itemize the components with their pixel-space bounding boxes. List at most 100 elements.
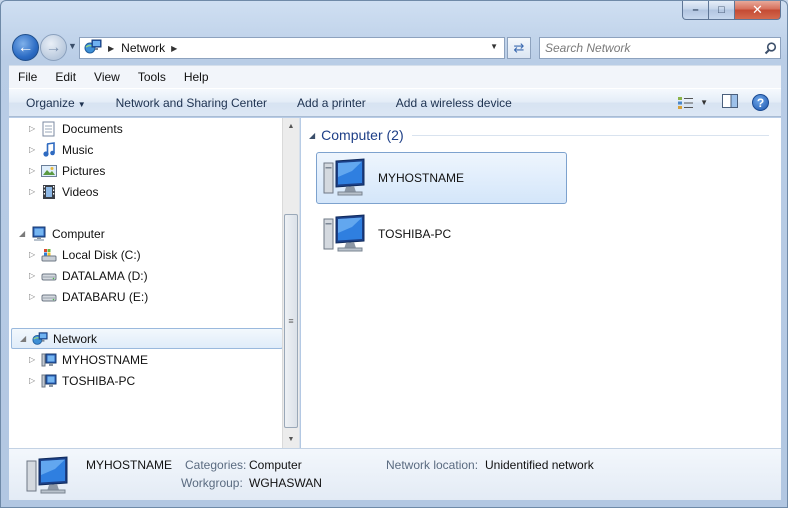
tree-item-network[interactable]: ◢ Network [11,328,283,349]
close-icon: ✕ [752,2,763,17]
tree-item-myhostname[interactable]: ▷ MYHOSTNAME [29,349,148,370]
view-icon [678,96,694,109]
tree-item-videos[interactable]: ▷ Videos [29,181,98,202]
scroll-down-icon[interactable]: ▼ [283,431,299,448]
breadcrumb-network[interactable]: Network [121,41,165,55]
caption-buttons: – □ ✕ [682,1,781,21]
tree-item-computer[interactable]: ◢ Computer [19,223,105,244]
chevron-down-icon: ▼ [68,41,77,51]
tree-item-label: Local Disk (C:) [62,247,141,262]
preview-pane-button[interactable] [722,94,738,111]
computer-icon [25,455,71,498]
tree-item-local-disk[interactable]: ▷ Local Disk (C:) [29,244,141,265]
tree-item-label: Videos [62,184,99,199]
expand-arrow-icon[interactable]: ▷ [29,271,41,280]
content-pane: ◢ Computer (2) MYHOSTNAME TOSHIBA-PC [301,118,781,448]
tree-item-databaru[interactable]: ▷ DATABARU (E:) [29,286,148,307]
tree-item-documents[interactable]: ▷ Documents [29,118,123,139]
expand-arrow-icon[interactable]: ▷ [29,166,41,175]
details-categories-value: Computer [249,458,302,472]
expand-arrow-icon[interactable]: ▷ [29,187,41,196]
recent-pages-button[interactable]: ▼ [68,41,77,51]
tree-item-label: TOSHIBA-PC [62,373,136,388]
navigation-pane: ▷ Documents ▷ Music ▷ Pictures ▷ Videos … [9,118,300,448]
collapse-arrow-icon[interactable]: ◢ [19,229,31,238]
expand-arrow-icon[interactable]: ▷ [29,292,41,301]
forward-arrow-icon: → [45,38,62,56]
tree-item-toshiba-pc[interactable]: ▷ TOSHIBA-PC [29,370,135,391]
computer-icon [322,157,368,200]
menu-help[interactable]: Help [175,70,218,84]
pictures-icon [41,163,57,179]
command-bar: Organize ▼ Network and Sharing Center Add… [9,88,781,117]
network-item-myhostname[interactable]: MYHOSTNAME [316,152,567,204]
tree-item-label: Music [62,142,94,157]
details-item-name: MYHOSTNAME [86,458,173,472]
drive-icon [41,268,57,284]
breadcrumb-separator-icon[interactable]: ▶ [171,44,177,53]
add-wireless-device-button[interactable]: Add a wireless device [381,96,527,110]
nav-scrollbar[interactable]: ▲ ≡ ▼ [282,118,299,448]
documents-icon [41,121,57,137]
chevron-down-icon: ▼ [77,99,86,109]
expand-arrow-icon[interactable]: ▷ [29,145,41,154]
back-arrow-icon: ← [17,38,34,56]
system-drive-icon [41,247,57,263]
expand-arrow-icon[interactable]: ▷ [29,124,41,133]
collapse-arrow-icon[interactable]: ◢ [20,334,32,343]
search-input[interactable] [545,41,760,55]
expand-arrow-icon[interactable]: ▷ [29,376,41,385]
maximize-button[interactable]: □ [709,1,735,20]
videos-icon [41,184,57,200]
menu-tools[interactable]: Tools [129,70,175,84]
computer-icon [41,373,57,389]
address-bar[interactable]: ▶ Network ▶ ▼ [79,37,505,59]
network-item-name: MYHOSTNAME [378,171,465,185]
address-dropdown-icon[interactable]: ▼ [490,42,498,51]
chevron-down-icon: ▼ [700,98,708,107]
search-box [539,37,781,59]
computer-icon [322,213,368,256]
menu-edit[interactable]: Edit [46,70,85,84]
tree-item-music[interactable]: ▷ Music [29,139,93,160]
organize-button[interactable]: Organize ▼ [9,96,101,110]
forward-button[interactable]: → [40,34,67,61]
help-button[interactable]: ? [752,94,769,111]
menu-file[interactable]: File [9,70,46,84]
navigation-row: ← → ▼ ▶ Network ▶ ▼ ⇄ [9,33,781,63]
details-workgroup-value: WGHASWAN [249,476,322,490]
collapse-arrow-icon[interactable]: ◢ [309,131,315,140]
back-button[interactable]: ← [12,34,39,61]
details-location-label: Network location: [386,458,479,472]
group-title: Computer (2) [321,127,404,143]
computer-icon [41,352,57,368]
details-workgroup-label: Workgroup: [181,476,243,490]
expand-arrow-icon[interactable]: ▷ [29,250,41,259]
tree-item-label: DATALAMA (D:) [62,268,148,283]
scroll-thumb[interactable]: ≡ [284,214,298,428]
tree-item-pictures[interactable]: ▷ Pictures [29,160,105,181]
network-item-toshiba-pc[interactable]: TOSHIBA-PC [316,208,567,260]
scroll-up-icon[interactable]: ▲ [283,118,299,135]
organize-label: Organize [26,95,75,110]
details-location-value: Unidentified network [485,458,594,472]
search-icon[interactable] [760,41,780,55]
menu-view[interactable]: View [85,70,129,84]
minimize-button[interactable]: – [682,1,709,20]
music-icon [41,141,57,158]
tree-item-label: DATABARU (E:) [62,289,149,304]
tree-item-datalama[interactable]: ▷ DATALAMA (D:) [29,265,148,286]
add-printer-button[interactable]: Add a printer [282,96,381,110]
change-view-button[interactable]: ▼ [677,96,708,110]
command-bar-right: ▼ ? [677,94,769,111]
refresh-icon: ⇄ [513,40,525,55]
close-button[interactable]: ✕ [735,1,781,20]
expand-arrow-icon[interactable]: ▷ [29,355,41,364]
network-item-name: TOSHIBA-PC [378,227,452,241]
breadcrumb-separator-icon[interactable]: ▶ [108,44,114,53]
tree-item-label: Computer [52,226,105,241]
refresh-button[interactable]: ⇄ [507,37,531,59]
group-header-computer[interactable]: ◢ Computer (2) [309,127,769,143]
group-divider [411,134,769,136]
network-sharing-center-button[interactable]: Network and Sharing Center [101,96,282,110]
